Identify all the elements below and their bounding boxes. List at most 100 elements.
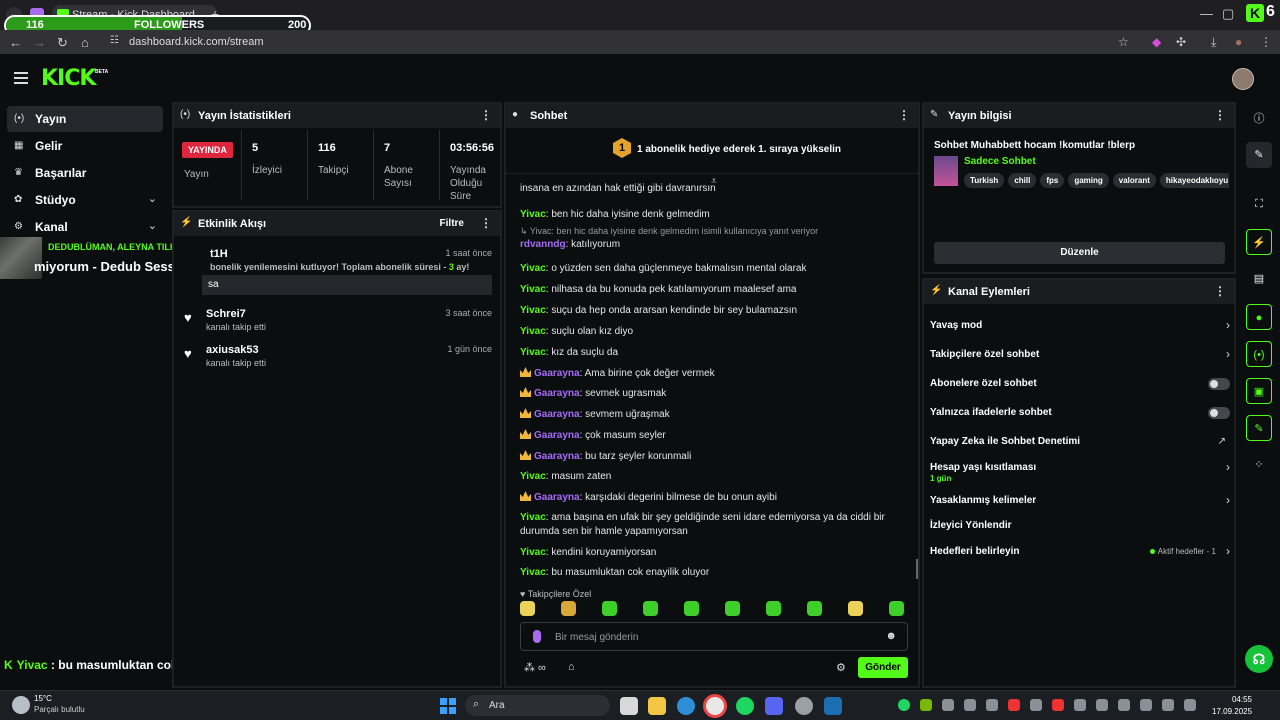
chat-message[interactable]: Gaarayna: Ama birine çok değer vermek <box>520 367 905 381</box>
clock[interactable]: 04:55 17.09.2025 <box>1212 694 1252 718</box>
kick-logo[interactable]: KICK <box>41 66 96 91</box>
emote-icon[interactable] <box>889 601 904 616</box>
microphone-icon[interactable] <box>533 630 541 643</box>
task-view-icon[interactable] <box>620 697 638 715</box>
kebab-menu-icon[interactable]: ⋮ <box>1214 284 1226 298</box>
chat-message[interactable]: Yivac: ben hic daha iyisine denk gelmedi… <box>520 208 905 222</box>
channel-action-row[interactable]: Yapay Zeka ile Sohbet Denetimi ↗ <box>930 436 1230 456</box>
tray-app-icon[interactable] <box>1074 699 1086 711</box>
chat-message[interactable]: Gaarayna: karşıdaki degerini bilmese de … <box>520 491 905 505</box>
chat-input[interactable]: Bir mesaj gönderin ☻ <box>520 622 908 651</box>
chat-messages[interactable]: ⩡ insana en azından hak ettiği gibi davr… <box>506 176 918 596</box>
support-headset-icon[interactable]: ☊ <box>1245 645 1273 673</box>
chat-message[interactable]: Yivac: o yüzden sen daha güçlenmeye bakm… <box>520 262 905 276</box>
chat-message[interactable]: Gaarayna: sevmem uğraşmak <box>520 408 905 422</box>
emote-icon[interactable] <box>643 601 658 616</box>
chat-username[interactable]: rdvanndg <box>520 239 566 250</box>
chat-message[interactable]: Gaarayna: çok masum seyler <box>520 429 905 443</box>
channel-action-row[interactable]: Yavaş mod › <box>930 318 1230 340</box>
tray-spotify-icon[interactable] <box>898 699 910 711</box>
chat-message[interactable]: Gaarayna: bu tarz şeyler korunmali <box>520 450 905 464</box>
chat-username[interactable]: Gaarayna <box>534 388 580 399</box>
volume-icon[interactable] <box>1184 699 1196 711</box>
reload-icon[interactable]: ↻ <box>57 35 68 51</box>
chat-message[interactable]: Yivac: nilhasa da bu konuda pek katılamı… <box>520 283 905 297</box>
chat-username[interactable]: Yivac <box>520 567 546 578</box>
emote-icon[interactable] <box>725 601 740 616</box>
weather-cloud-icon[interactable] <box>12 696 30 714</box>
chat-message[interactable]: rdvanndg: katılıyorum <box>520 238 905 252</box>
edit-pencil-icon[interactable]: ✎ <box>1246 142 1272 168</box>
toggle-switch[interactable] <box>1208 407 1230 419</box>
chat-message[interactable]: Yivac: masum zaten <box>520 470 905 484</box>
extension-icon[interactable]: ◆ <box>1152 35 1166 49</box>
chat-username[interactable]: Gaarayna <box>534 451 580 462</box>
sidebar-item-yayin[interactable]: (•) Yayın <box>7 106 163 132</box>
tray-steam-icon[interactable] <box>1118 699 1130 711</box>
taskbar-search[interactable]: ⌕ Ara <box>465 695 610 716</box>
browser-menu-icon[interactable]: ⋮ <box>1260 35 1274 49</box>
chat-scrollbar[interactable] <box>916 559 918 579</box>
tag-chip[interactable]: valorant <box>1112 173 1156 188</box>
info-icon[interactable]: ⓘ <box>1246 106 1272 132</box>
kebab-menu-icon[interactable]: ⋮ <box>898 108 910 122</box>
emoji-icon[interactable]: ☻ <box>885 630 897 642</box>
apps-icon[interactable]: ⁘ <box>1246 452 1272 478</box>
emote-icon[interactable] <box>807 601 822 616</box>
url-field[interactable]: dashboard.kick.com/stream <box>129 36 264 48</box>
chat-username[interactable]: Yivac <box>520 547 546 558</box>
mic-tray-icon[interactable] <box>1162 699 1174 711</box>
discord-icon[interactable] <box>765 697 783 715</box>
app-icon[interactable] <box>795 697 813 715</box>
tray-nvidia-icon[interactable] <box>920 699 932 711</box>
chat-username[interactable]: Gaarayna <box>534 368 580 379</box>
channel-action-row[interactable]: Hedefleri belirleyin Aktif hedefler - 1 › <box>930 544 1230 566</box>
kebab-menu-icon[interactable]: ⋮ <box>480 216 492 230</box>
forward-arrow-icon[interactable]: → <box>33 35 46 50</box>
chat-message[interactable]: Yivac: kız da suçlu da <box>520 346 905 360</box>
chat-username[interactable]: Gaarayna <box>534 492 580 503</box>
settings-gear-icon[interactable]: ⚙ <box>836 661 846 674</box>
chat-username[interactable]: Yivac <box>520 263 546 274</box>
tray-app-icon[interactable] <box>1008 699 1020 711</box>
edit-button[interactable]: Düzenle <box>934 242 1225 264</box>
channel-action-row[interactable]: Yalnızca ifadelerle sohbet <box>930 407 1230 427</box>
tag-chip[interactable]: Turkish <box>964 173 1005 188</box>
emote-icon[interactable] <box>520 601 535 616</box>
chat-message[interactable]: Yivac: suçu da hep onda ararsan kendinde… <box>520 304 905 318</box>
chat-message[interactable]: Yivac: kendini koruyamiyorsan <box>520 546 905 560</box>
profile-icon[interactable]: ● <box>1235 35 1249 49</box>
tray-app-icon[interactable] <box>1030 699 1042 711</box>
document-icon[interactable]: ▤ <box>1246 266 1272 292</box>
chat-username[interactable]: Yivac <box>520 471 546 482</box>
tray-app-icon[interactable] <box>1140 699 1152 711</box>
chat-username[interactable]: Yivac <box>520 305 546 316</box>
layout-icon[interactable]: ▣ <box>1246 378 1272 404</box>
capture-icon[interactable]: ⛶ <box>1246 191 1272 217</box>
tray-app-icon[interactable] <box>964 699 976 711</box>
toggle-switch[interactable] <box>1208 378 1230 390</box>
site-info-icon[interactable]: ☷ <box>110 35 119 46</box>
chat-message[interactable]: Yivac: suçlu olan kız diyo <box>520 325 905 339</box>
channel-action-row[interactable]: Hesap yaşı kısıtlaması 1 gün › <box>930 460 1230 483</box>
tag-chip[interactable]: fps <box>1040 173 1065 188</box>
tag-chip[interactable]: chill <box>1008 173 1037 188</box>
channel-action-row[interactable]: Abonelere özel sohbet <box>930 378 1230 398</box>
maximize-button[interactable]: ▢ <box>1222 6 1234 22</box>
chat-message[interactable]: Gaarayna: sevmek ugrasmak <box>520 387 905 401</box>
points-icon[interactable]: ⁂ ∞ <box>524 661 546 674</box>
tag-chip[interactable]: gaming <box>1068 173 1109 188</box>
tray-app-icon[interactable] <box>1052 699 1064 711</box>
chat-message[interactable]: Yivac: bu masumluktan cok enayilik oluyo… <box>520 566 905 580</box>
emote-icon[interactable] <box>848 601 863 616</box>
lightning-icon[interactable]: ⚡ <box>1246 229 1272 255</box>
emote-icon[interactable] <box>766 601 781 616</box>
chat-username[interactable]: Yivac <box>520 209 546 220</box>
sidebar-item-gelir[interactable]: ▦ Gelir <box>7 133 163 159</box>
tag-chip[interactable]: hikayeodaklıoyu <box>1159 173 1229 188</box>
emote-icon[interactable] <box>684 601 699 616</box>
channel-action-row[interactable]: İzleyici Yönlendir <box>930 520 1230 540</box>
tray-app-icon[interactable] <box>942 699 954 711</box>
wrench-icon[interactable]: ✎ <box>1246 415 1272 441</box>
sidebar-item-basarilar[interactable]: ♛ Başarılar <box>7 160 163 186</box>
